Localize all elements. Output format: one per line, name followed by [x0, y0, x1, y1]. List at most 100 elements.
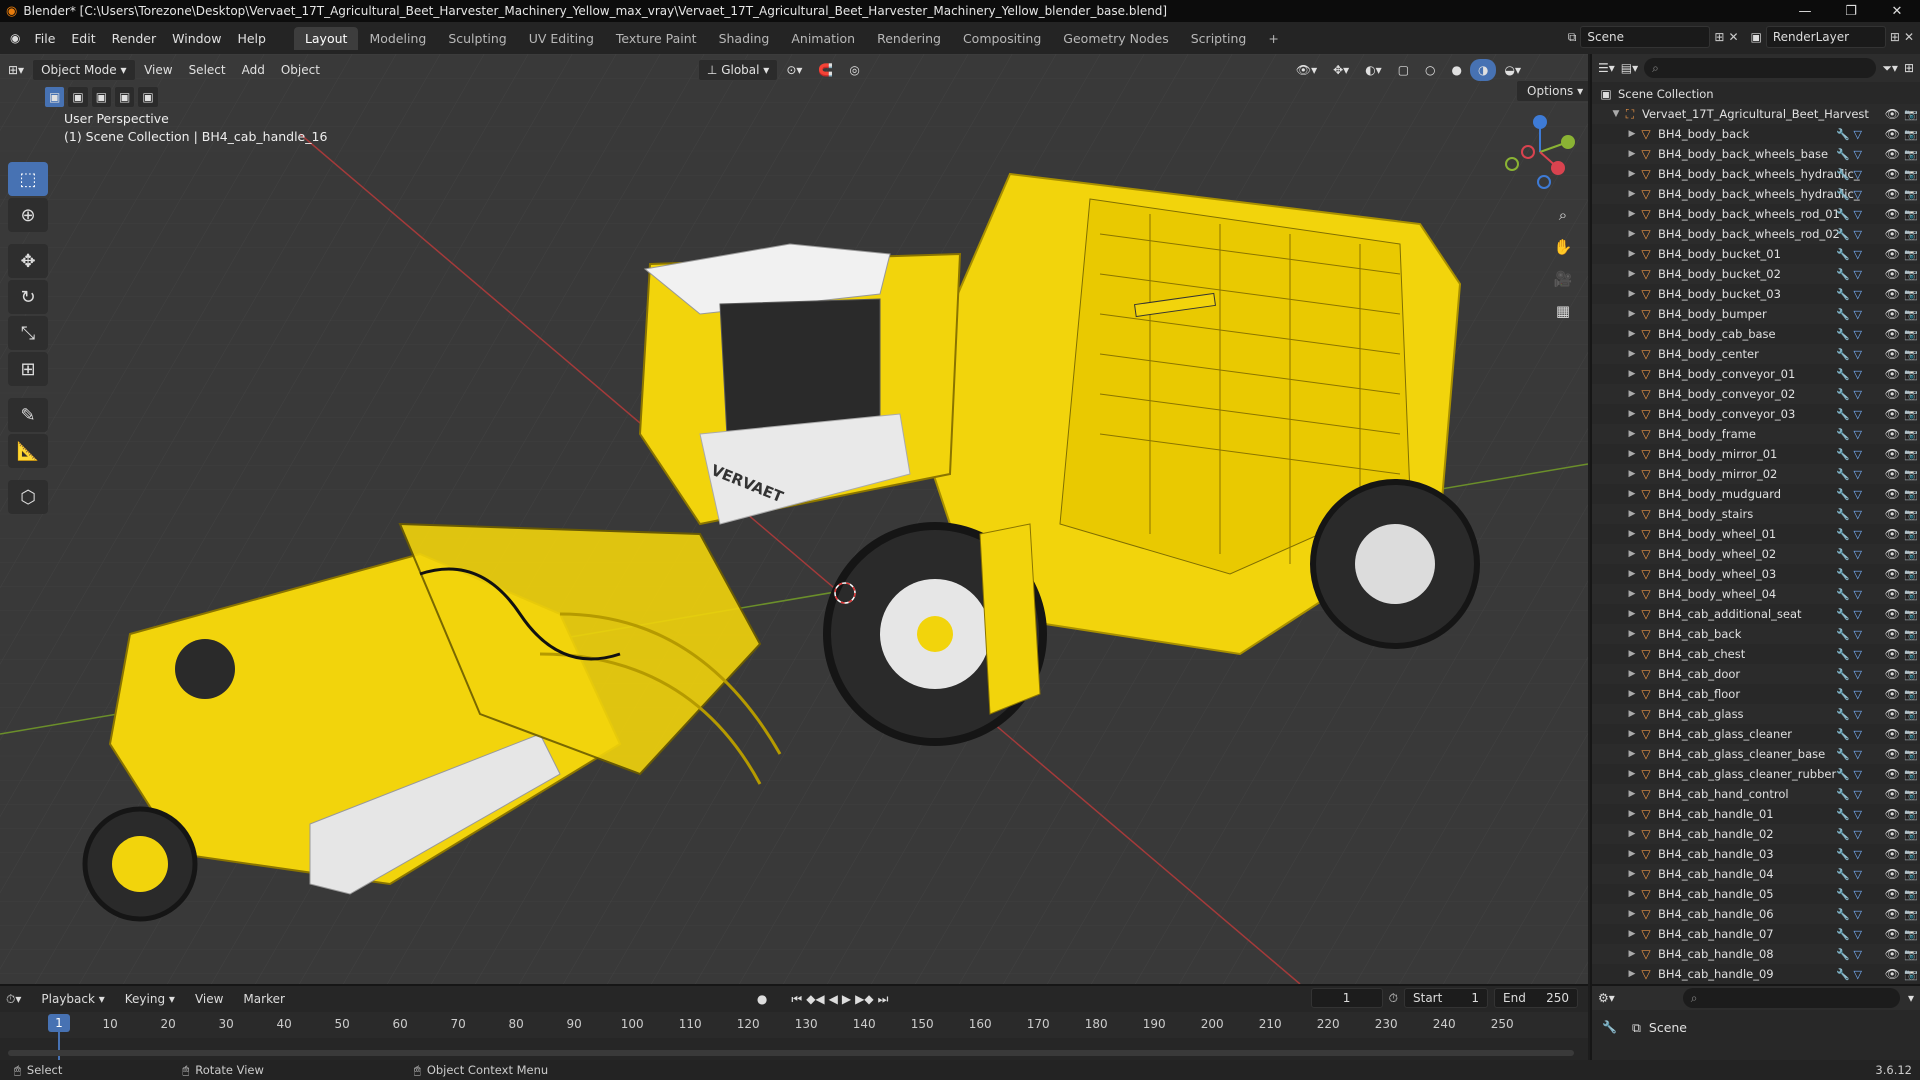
- render-camera-icon[interactable]: 📷: [1904, 408, 1918, 421]
- outliner-object-row[interactable]: ▶ ▽ BH4_cab_glass 🔧 ▽ 👁 📷: [1592, 704, 1920, 724]
- expand-arrow-icon[interactable]: ▶: [1626, 449, 1638, 459]
- zoom-icon[interactable]: ⌕: [1550, 202, 1576, 228]
- properties-search-input[interactable]: ⌕: [1682, 988, 1900, 1008]
- expand-arrow-icon[interactable]: ▶: [1626, 409, 1638, 419]
- outliner-object-row[interactable]: ▶ ▽ BH4_cab_handle_09 🔧 ▽ 👁 📷: [1592, 964, 1920, 984]
- tab-uv-editing[interactable]: UV Editing: [518, 27, 605, 50]
- outliner-object-row[interactable]: ▶ ▽ BH4_body_mirror_01 🔧 ▽ 👁 📷: [1592, 444, 1920, 464]
- visibility-eye-icon[interactable]: 👁: [1885, 267, 1900, 281]
- render-camera-icon[interactable]: 📷: [1904, 208, 1918, 221]
- modifier-icon[interactable]: 🔧 ▽: [1836, 388, 1862, 401]
- visibility-eye-icon[interactable]: 👁: [1885, 447, 1900, 461]
- tab-texture-paint[interactable]: Texture Paint: [605, 27, 708, 50]
- outliner-object-row[interactable]: ▶ ▽ BH4_cab_handle_08 🔧 ▽ 👁 📷: [1592, 944, 1920, 964]
- visibility-eye-icon[interactable]: 👁: [1885, 687, 1900, 701]
- mode-selector[interactable]: Object Mode ▾: [32, 59, 137, 81]
- gizmo-toggle-icon[interactable]: ✥▾: [1325, 59, 1357, 81]
- expand-arrow-icon[interactable]: ▶: [1626, 169, 1638, 179]
- expand-arrow-icon[interactable]: ▶: [1626, 949, 1638, 959]
- modifier-icon[interactable]: 🔧 ▽: [1836, 208, 1862, 221]
- render-camera-icon[interactable]: 📷: [1904, 448, 1918, 461]
- expand-arrow-icon[interactable]: ▶: [1626, 709, 1638, 719]
- visibility-eye-icon[interactable]: 👁: [1885, 667, 1900, 681]
- outliner-object-row[interactable]: ▶ ▽ BH4_body_frame 🔧 ▽ 👁 📷: [1592, 424, 1920, 444]
- visibility-eye-icon[interactable]: 👁: [1885, 167, 1900, 181]
- render-camera-icon[interactable]: 📷: [1904, 848, 1918, 861]
- scene-icon[interactable]: ⧉: [1568, 30, 1577, 45]
- select-new-icon[interactable]: ▣: [44, 86, 66, 108]
- visibility-eye-icon[interactable]: 👁: [1885, 647, 1900, 661]
- proportional-edit-icon[interactable]: ◎: [841, 59, 867, 81]
- end-frame-field[interactable]: End 250: [1494, 988, 1578, 1008]
- modifier-icon[interactable]: 🔧 ▽: [1836, 788, 1862, 801]
- modifier-icon[interactable]: 🔧 ▽: [1836, 408, 1862, 421]
- visibility-eye-icon[interactable]: 👁: [1885, 907, 1900, 921]
- start-frame-field[interactable]: Start 1: [1404, 988, 1488, 1008]
- ortho-grid-icon[interactable]: ▦: [1550, 298, 1576, 324]
- pan-hand-icon[interactable]: ✋: [1550, 234, 1576, 260]
- outliner-object-row[interactable]: ▶ ▽ BH4_body_back_wheels_rod_01 🔧 ▽ 👁 📷: [1592, 204, 1920, 224]
- visibility-eye-icon[interactable]: 👁: [1885, 547, 1900, 561]
- stopwatch-icon[interactable]: ⏱: [1389, 991, 1398, 1006]
- modifier-icon[interactable]: 🔧 ▽: [1836, 728, 1862, 741]
- render-camera-icon[interactable]: 📷: [1904, 268, 1918, 281]
- render-camera-icon[interactable]: 📷: [1904, 528, 1918, 541]
- select-extend-icon[interactable]: ▣: [67, 86, 89, 108]
- outliner-object-row[interactable]: ▶ ▽ BH4_body_mudguard 🔧 ▽ 👁 📷: [1592, 484, 1920, 504]
- modifier-icon[interactable]: 🔧 ▽: [1836, 468, 1862, 481]
- visibility-eye-icon[interactable]: 👁: [1885, 287, 1900, 301]
- tab-compositing[interactable]: Compositing: [952, 27, 1052, 50]
- visibility-eye-icon[interactable]: 👁: [1885, 487, 1900, 501]
- render-camera-icon[interactable]: 📷: [1904, 888, 1918, 901]
- render-camera-icon[interactable]: 📷: [1904, 708, 1918, 721]
- add-cube-tool-icon[interactable]: ⬡: [8, 480, 48, 514]
- shading-wireframe-icon[interactable]: ○: [1417, 59, 1443, 81]
- outliner-object-row[interactable]: ▶ ▽ BH4_body_conveyor_02 🔧 ▽ 👁 📷: [1592, 384, 1920, 404]
- render-camera-icon[interactable]: 📷: [1904, 628, 1918, 641]
- expand-arrow-icon[interactable]: ▶: [1626, 309, 1638, 319]
- modifier-icon[interactable]: 🔧 ▽: [1836, 228, 1862, 241]
- modifier-icon[interactable]: 🔧 ▽: [1836, 928, 1862, 941]
- visibility-eye-icon[interactable]: 👁: [1885, 627, 1900, 641]
- rotate-tool-icon[interactable]: ↻: [8, 280, 48, 314]
- delete-layer-icon[interactable]: ✕: [1904, 30, 1914, 44]
- outliner-object-row[interactable]: ▶ ▽ BH4_cab_chest 🔧 ▽ 👁 📷: [1592, 644, 1920, 664]
- outliner-object-row[interactable]: ▶ ▽ BH4_body_conveyor_01 🔧 ▽ 👁 📷: [1592, 364, 1920, 384]
- record-icon[interactable]: ●: [757, 992, 767, 1006]
- menu-edit[interactable]: Edit: [63, 31, 103, 46]
- render-camera-icon[interactable]: 📷: [1904, 288, 1918, 301]
- render-camera-icon[interactable]: 📷: [1904, 148, 1918, 161]
- outliner-object-row[interactable]: ▶ ▽ BH4_cab_door 🔧 ▽ 👁 📷: [1592, 664, 1920, 684]
- move-tool-icon[interactable]: ✥: [8, 244, 48, 278]
- render-camera-icon[interactable]: 📷: [1904, 868, 1918, 881]
- modifier-icon[interactable]: 🔧 ▽: [1836, 528, 1862, 541]
- visibility-eye-icon[interactable]: 👁: [1885, 467, 1900, 481]
- outliner-object-row[interactable]: ▶ ▽ BH4_body_mirror_02 🔧 ▽ 👁 📷: [1592, 464, 1920, 484]
- menu-keying[interactable]: Keying ▾: [117, 992, 183, 1006]
- render-camera-icon[interactable]: 📷: [1904, 548, 1918, 561]
- outliner-object-row[interactable]: ▶ ▽ BH4_cab_additional_seat 🔧 ▽ 👁 📷: [1592, 604, 1920, 624]
- navigation-gizmo[interactable]: [1500, 112, 1580, 192]
- scene-selector[interactable]: Scene: [1580, 26, 1711, 48]
- camera-view-icon[interactable]: 🎥: [1550, 266, 1576, 292]
- outliner-object-row[interactable]: ▶ ▽ BH4_cab_handle_07 🔧 ▽ 👁 📷: [1592, 924, 1920, 944]
- visibility-eye-icon[interactable]: 👁: [1885, 947, 1900, 961]
- modifier-icon[interactable]: 🔧 ▽: [1836, 328, 1862, 341]
- modifier-icon[interactable]: 🔧 ▽: [1836, 908, 1862, 921]
- visibility-eye-icon[interactable]: 👁: [1885, 407, 1900, 421]
- expand-arrow-icon[interactable]: ▶: [1626, 509, 1638, 519]
- outliner-object-row[interactable]: ▶ ▽ BH4_body_back_wheels_rod_02 🔧 ▽ 👁 📷: [1592, 224, 1920, 244]
- outliner-object-row[interactable]: ▶ ▽ BH4_body_back 🔧 ▽ 👁 📷: [1592, 124, 1920, 144]
- render-camera-icon[interactable]: 📷: [1904, 428, 1918, 441]
- expand-arrow-icon[interactable]: ▶: [1626, 889, 1638, 899]
- select-box-tool-icon[interactable]: ⬚: [8, 162, 48, 196]
- outliner-object-row[interactable]: ▶ ▽ BH4_cab_hand_control 🔧 ▽ 👁 📷: [1592, 784, 1920, 804]
- expand-arrow-icon[interactable]: ▶: [1626, 369, 1638, 379]
- outliner-editor-icon[interactable]: ☰▾: [1598, 61, 1615, 75]
- visibility-eye-icon[interactable]: 👁: [1885, 587, 1900, 601]
- modifier-icon[interactable]: 🔧 ▽: [1836, 308, 1862, 321]
- menu-file[interactable]: File: [26, 31, 63, 46]
- expand-arrow-icon[interactable]: ▶: [1626, 729, 1638, 739]
- modifier-icon[interactable]: 🔧 ▽: [1836, 288, 1862, 301]
- render-layer-selector[interactable]: RenderLayer: [1765, 26, 1886, 48]
